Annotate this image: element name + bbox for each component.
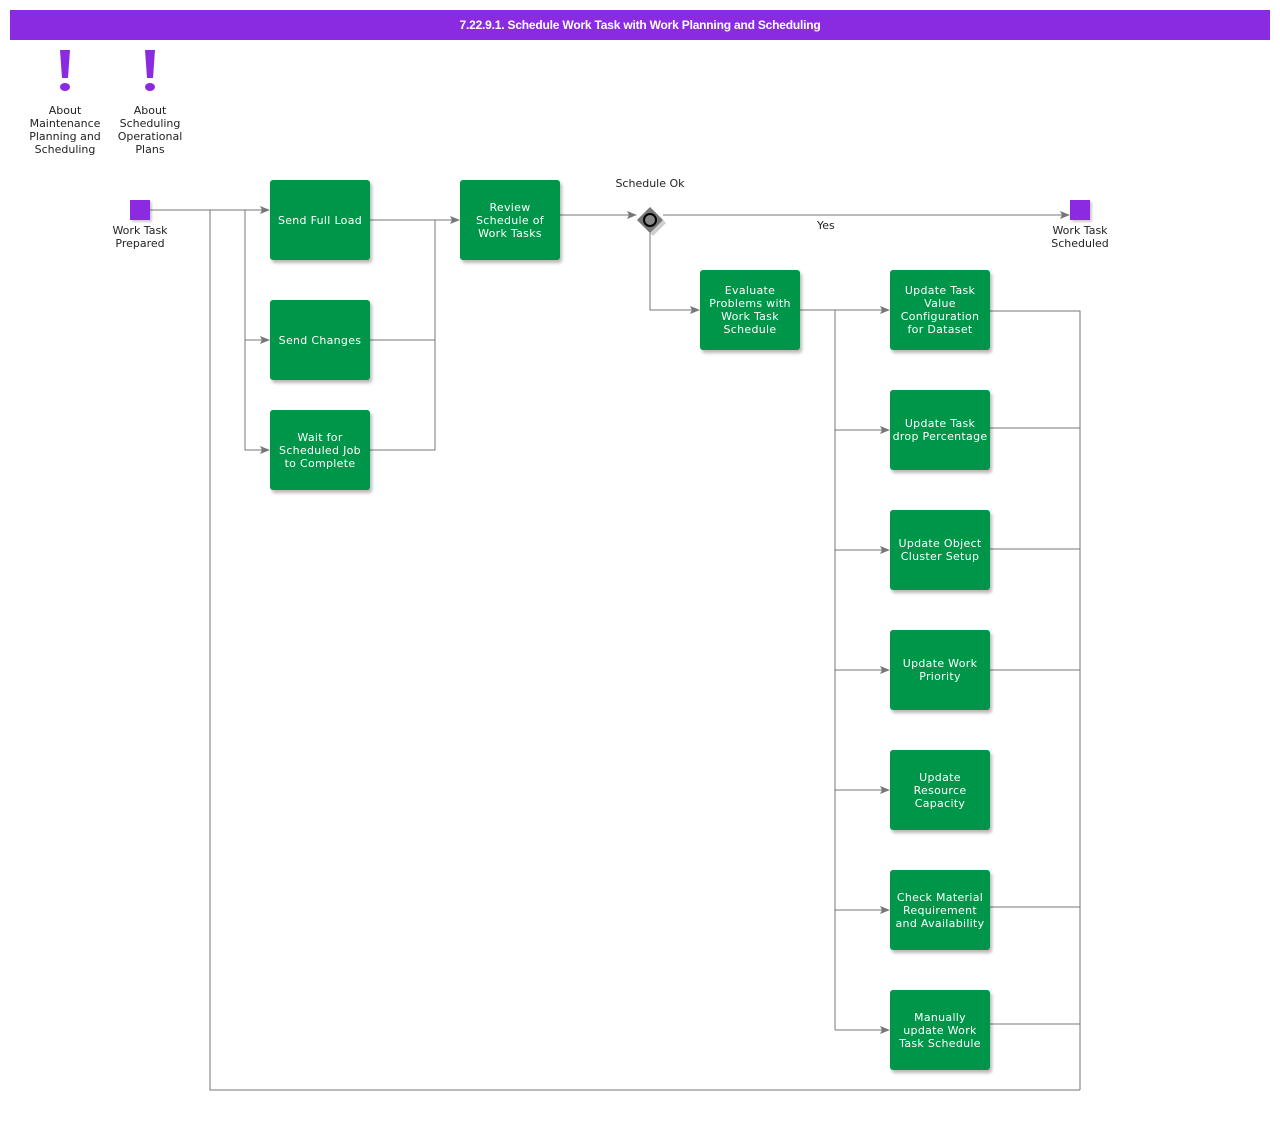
gateway-diamond-icon [637, 207, 666, 236]
flow-start-to-send-changes [244, 210, 270, 344]
task-update-task-drop-percentage[interactable]: Update Task drop Percentage [890, 390, 990, 470]
flow-wait-to-review [370, 340, 436, 451]
task-update-task-value-configuration[interactable]: Update Task Value Configuration for Data… [890, 270, 990, 350]
task-send-changes[interactable]: Send Changes [270, 300, 370, 380]
flow-gateway-to-evaluate [649, 233, 700, 314]
start-event-label: Work Task Prepared [112, 224, 168, 250]
flow-send-changes-to-review [370, 220, 436, 341]
flow-label-yes: Yes [817, 219, 835, 232]
task-update-work-priority[interactable]: Update Work Priority [890, 630, 990, 710]
task-update-resource-capacity[interactable]: Update Resource Capacity [890, 750, 990, 830]
flow-start-to-wait [244, 340, 270, 454]
task-review-schedule[interactable]: Review Schedule of Work Tasks [460, 180, 560, 260]
end-event[interactable] [1070, 200, 1090, 220]
gateway-label: Schedule Ok [615, 177, 685, 190]
task-send-full-load[interactable]: Send Full Load [270, 180, 370, 260]
end-event-label: Work Task Scheduled [1051, 224, 1109, 250]
task-wait-for-scheduled-job[interactable]: Wait for Scheduled Job to Complete [270, 410, 370, 490]
task-check-material-requirement[interactable]: Check Material Requirement and Availabil… [890, 870, 990, 950]
task-evaluate-problems[interactable]: Evaluate Problems with Work Task Schedul… [700, 270, 800, 350]
start-event[interactable] [130, 200, 150, 220]
task-update-object-cluster-setup[interactable]: Update Object Cluster Setup [890, 510, 990, 590]
gateway-schedule-ok[interactable] [637, 207, 666, 236]
connectors [150, 206, 1081, 1091]
task-manually-update-schedule[interactable]: Manually update Work Task Schedule [890, 990, 990, 1070]
